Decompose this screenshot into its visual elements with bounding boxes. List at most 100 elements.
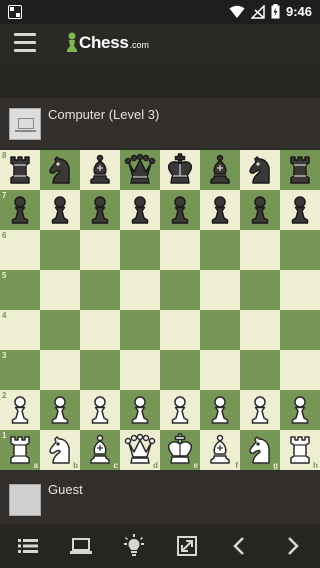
square-d5[interactable] — [120, 270, 160, 310]
square-d1[interactable]: d — [120, 430, 160, 470]
square-h7[interactable] — [280, 190, 320, 230]
square-b6[interactable] — [40, 230, 80, 270]
white-pawn-icon[interactable] — [80, 390, 120, 430]
square-f3[interactable] — [200, 350, 240, 390]
white-pawn-icon[interactable] — [0, 390, 40, 430]
white-rook-icon[interactable] — [0, 430, 40, 470]
square-h5[interactable] — [280, 270, 320, 310]
black-pawn-icon[interactable] — [0, 190, 40, 230]
square-g8[interactable] — [240, 150, 280, 190]
menu-button[interactable] — [14, 33, 36, 53]
square-d8[interactable] — [120, 150, 160, 190]
square-e5[interactable] — [160, 270, 200, 310]
white-pawn-icon[interactable] — [200, 390, 240, 430]
black-knight-icon[interactable] — [40, 150, 80, 190]
black-pawn-icon[interactable] — [160, 190, 200, 230]
square-d3[interactable] — [120, 350, 160, 390]
square-b5[interactable] — [40, 270, 80, 310]
square-d2[interactable] — [120, 390, 160, 430]
black-king-icon[interactable] — [160, 150, 200, 190]
square-c6[interactable] — [80, 230, 120, 270]
square-h2[interactable] — [280, 390, 320, 430]
square-h6[interactable] — [280, 230, 320, 270]
chess-board[interactable]: 876 5 4 3 21abcdefgh — [0, 150, 320, 470]
flip-board-button[interactable] — [175, 534, 199, 558]
white-queen-icon[interactable] — [120, 430, 160, 470]
black-queen-icon[interactable] — [120, 150, 160, 190]
square-b8[interactable] — [40, 150, 80, 190]
square-c4[interactable] — [80, 310, 120, 350]
square-e1[interactable]: e — [160, 430, 200, 470]
square-g4[interactable] — [240, 310, 280, 350]
square-g7[interactable] — [240, 190, 280, 230]
white-pawn-icon[interactable] — [40, 390, 80, 430]
square-d4[interactable] — [120, 310, 160, 350]
square-a4[interactable]: 4 — [0, 310, 40, 350]
square-f2[interactable] — [200, 390, 240, 430]
square-f7[interactable] — [200, 190, 240, 230]
white-pawn-icon[interactable] — [280, 390, 320, 430]
square-e6[interactable] — [160, 230, 200, 270]
white-knight-icon[interactable] — [240, 430, 280, 470]
square-b4[interactable] — [40, 310, 80, 350]
square-e3[interactable] — [160, 350, 200, 390]
square-a3[interactable]: 3 — [0, 350, 40, 390]
white-pawn-icon[interactable] — [240, 390, 280, 430]
square-b2[interactable] — [40, 390, 80, 430]
square-f6[interactable] — [200, 230, 240, 270]
square-f4[interactable] — [200, 310, 240, 350]
square-h1[interactable]: h — [280, 430, 320, 470]
square-b7[interactable] — [40, 190, 80, 230]
square-d6[interactable] — [120, 230, 160, 270]
black-pawn-icon[interactable] — [200, 190, 240, 230]
black-pawn-icon[interactable] — [240, 190, 280, 230]
white-bishop-icon[interactable] — [80, 430, 120, 470]
square-g6[interactable] — [240, 230, 280, 270]
square-c5[interactable] — [80, 270, 120, 310]
square-e7[interactable] — [160, 190, 200, 230]
square-c2[interactable] — [80, 390, 120, 430]
square-e8[interactable] — [160, 150, 200, 190]
square-a8[interactable]: 8 — [0, 150, 40, 190]
square-d7[interactable] — [120, 190, 160, 230]
square-g5[interactable] — [240, 270, 280, 310]
square-a1[interactable]: 1a — [0, 430, 40, 470]
black-bishop-icon[interactable] — [80, 150, 120, 190]
square-h8[interactable] — [280, 150, 320, 190]
black-rook-icon[interactable] — [0, 150, 40, 190]
square-e2[interactable] — [160, 390, 200, 430]
square-g3[interactable] — [240, 350, 280, 390]
black-pawn-icon[interactable] — [80, 190, 120, 230]
square-f1[interactable]: f — [200, 430, 240, 470]
square-c1[interactable]: c — [80, 430, 120, 470]
square-f8[interactable] — [200, 150, 240, 190]
black-pawn-icon[interactable] — [40, 190, 80, 230]
square-c8[interactable] — [80, 150, 120, 190]
hint-button[interactable] — [122, 534, 146, 558]
white-bishop-icon[interactable] — [200, 430, 240, 470]
square-c3[interactable] — [80, 350, 120, 390]
square-e4[interactable] — [160, 310, 200, 350]
move-list-button[interactable] — [16, 534, 40, 558]
square-c7[interactable] — [80, 190, 120, 230]
square-h3[interactable] — [280, 350, 320, 390]
black-pawn-icon[interactable] — [120, 190, 160, 230]
black-rook-icon[interactable] — [280, 150, 320, 190]
next-move-button[interactable] — [280, 534, 304, 558]
black-knight-icon[interactable] — [240, 150, 280, 190]
square-h4[interactable] — [280, 310, 320, 350]
white-pawn-icon[interactable] — [160, 390, 200, 430]
square-a5[interactable]: 5 — [0, 270, 40, 310]
previous-move-button[interactable] — [228, 534, 252, 558]
white-rook-icon[interactable] — [280, 430, 320, 470]
square-g1[interactable]: g — [240, 430, 280, 470]
square-a6[interactable]: 6 — [0, 230, 40, 270]
square-b3[interactable] — [40, 350, 80, 390]
computer-settings-button[interactable] — [69, 534, 93, 558]
square-g2[interactable] — [240, 390, 280, 430]
square-f5[interactable] — [200, 270, 240, 310]
square-a7[interactable]: 7 — [0, 190, 40, 230]
black-bishop-icon[interactable] — [200, 150, 240, 190]
black-pawn-icon[interactable] — [280, 190, 320, 230]
square-b1[interactable]: b — [40, 430, 80, 470]
